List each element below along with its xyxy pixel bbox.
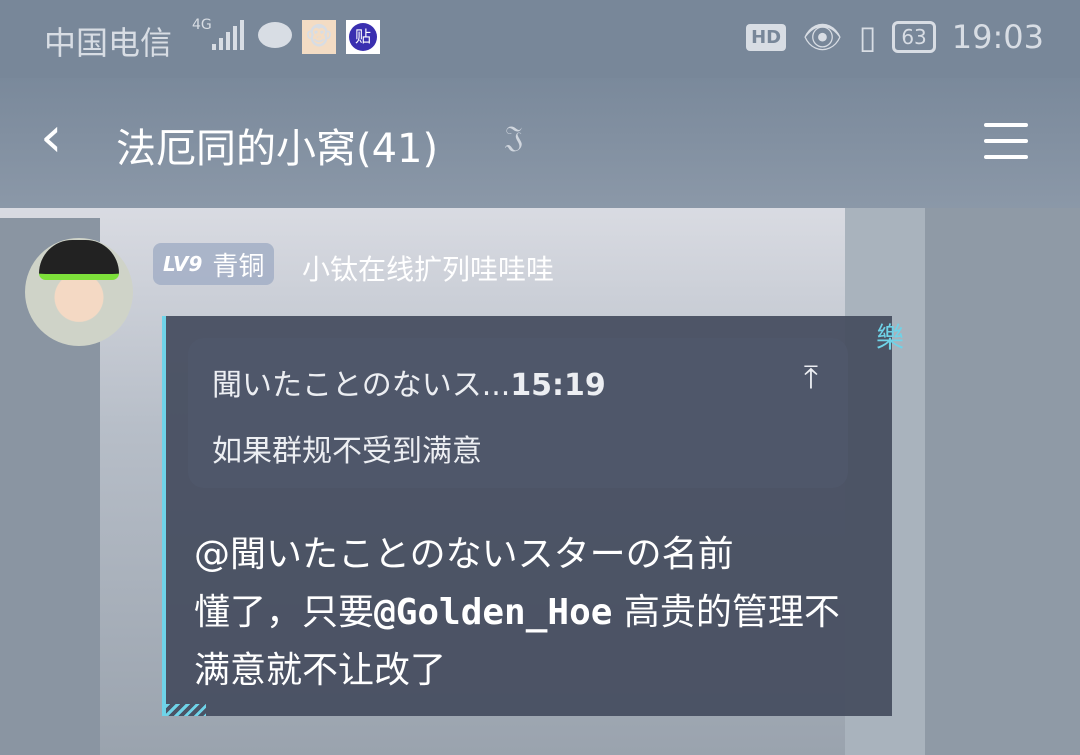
sender-name[interactable]: 小钛在线扩列哇哇哇: [302, 248, 554, 288]
hd-icon: HD: [746, 23, 787, 51]
status-bar: 中国电信 4G 🐵 贴 HD 👁 ▯ 63 19:03: [0, 0, 1080, 78]
monkey-app-icon: 🐵: [302, 20, 336, 54]
ear-icon[interactable]: 𝔍: [505, 120, 523, 155]
bubble-decoration: 樂: [875, 321, 904, 354]
menu-icon[interactable]: [984, 123, 1028, 171]
level-badge: LV9 青铜: [153, 243, 275, 285]
quote-author: 聞いたことのないス...: [212, 368, 511, 403]
eye-icon: 👁: [802, 18, 843, 56]
quoted-message[interactable]: 聞いたことのないス...15:19 ⤒ 如果群规不受到满意: [188, 338, 848, 488]
avatar[interactable]: [25, 238, 133, 346]
message-bubble[interactable]: 樂 聞いたことのないス...15:19 ⤒ 如果群规不受到满意 @聞いたことのな…: [162, 316, 904, 716]
quote-text: 如果群规不受到满意: [212, 434, 482, 469]
network-type: 4G: [192, 17, 212, 33]
mention[interactable]: @Golden_Hoe: [374, 592, 612, 633]
quote-time: 15:19: [510, 368, 606, 403]
bubble-corner-decoration: [166, 704, 206, 716]
tieba-app-icon: 贴: [346, 20, 380, 54]
arrow-up-icon[interactable]: ⤒: [804, 358, 818, 397]
signal-icon: [212, 20, 244, 50]
message-text: @聞いたことのないスターの名前 懂了，只要@Golden_Hoe 高贵的管理不满意…: [194, 534, 840, 691]
chat-title: 法厄同的小窝(41): [116, 126, 439, 172]
chat-header: ‹ 法厄同的小窝(41) 𝔍: [0, 78, 1080, 208]
background-building: [925, 208, 1080, 755]
message-notification-icon: [258, 22, 292, 48]
vibrate-icon: ▯: [858, 18, 877, 56]
carrier-label: 中国电信: [44, 24, 173, 62]
clock: 19:03: [951, 18, 1044, 56]
chevron-left-icon[interactable]: ‹: [40, 108, 62, 168]
battery-icon: 63: [892, 21, 936, 53]
mention[interactable]: @聞いたことのないスターの名前: [194, 534, 734, 575]
chat-area: LV9 青铜 小钛在线扩列哇哇哇 樂 聞いたことのないス...15:19 ⤒ 如果…: [0, 208, 1080, 755]
